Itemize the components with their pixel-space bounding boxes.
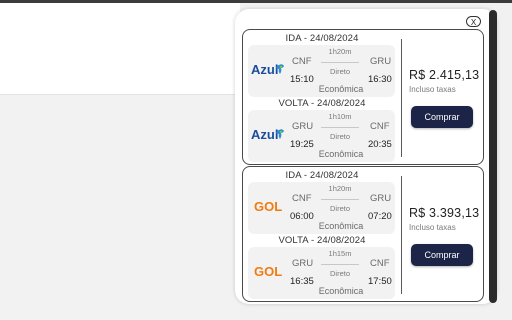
stops-label: Direto bbox=[329, 67, 350, 76]
leg-title: VOLTA - 24/08/2024 bbox=[278, 235, 366, 246]
flight-duration: 1h20m bbox=[328, 184, 352, 193]
offer-card: IDA - 24/08/2024 GOL CNF GRU 06:00 07:20… bbox=[242, 166, 484, 302]
leg-title: IDA - 24/08/2024 bbox=[285, 33, 359, 44]
svg-text:Azul: Azul bbox=[251, 62, 278, 77]
destination-code: GRU bbox=[370, 193, 392, 204]
origin-code: CNF bbox=[292, 56, 312, 67]
leg-title: VOLTA - 24/08/2024 bbox=[278, 98, 366, 109]
leg-title: IDA - 24/08/2024 bbox=[285, 170, 359, 181]
destination-code: GRU bbox=[370, 56, 392, 67]
stops-label: Direto bbox=[329, 204, 350, 213]
card-divider bbox=[401, 176, 402, 294]
route-line bbox=[321, 127, 359, 128]
stops-label: Direto bbox=[329, 132, 350, 141]
leg-details: Azul CNF GRU 15:10 16:30 1h20m Direto Ec… bbox=[248, 45, 395, 97]
cabin-class: Econômica bbox=[318, 286, 364, 296]
svg-text:Azul: Azul bbox=[251, 127, 278, 142]
route-line bbox=[321, 62, 359, 63]
cabin-class: Econômica bbox=[318, 149, 364, 159]
azul-logo-icon: Azul bbox=[250, 124, 288, 144]
offer-price: R$ 2.415,13 bbox=[409, 68, 480, 82]
leg-details: Azul GRU CNF 19:25 20:35 1h10m Direto Ec… bbox=[248, 110, 395, 162]
close-button[interactable]: X bbox=[466, 16, 481, 27]
destination-code: CNF bbox=[370, 258, 390, 269]
route-line bbox=[321, 264, 359, 265]
card-divider bbox=[401, 39, 402, 157]
cabin-class: Econômica bbox=[318, 84, 364, 94]
flight-duration: 1h15m bbox=[328, 249, 352, 258]
buy-button[interactable]: Comprar bbox=[411, 106, 473, 128]
buy-button[interactable]: Comprar bbox=[411, 244, 473, 266]
cabin-class: Econômica bbox=[318, 221, 364, 231]
flight-duration: 1h20m bbox=[328, 47, 352, 56]
offer-card: IDA - 24/08/2024 Azul CNF GRU 15:10 16:3… bbox=[242, 29, 484, 165]
background-lower-area bbox=[0, 95, 240, 320]
stops-label: Direto bbox=[329, 269, 350, 278]
flight-duration: 1h10m bbox=[328, 112, 352, 121]
tax-note: Incluso taxas bbox=[409, 85, 456, 94]
route-line bbox=[321, 199, 359, 200]
gol-logo-icon: GOL bbox=[250, 196, 288, 216]
svg-text:GOL: GOL bbox=[254, 199, 282, 214]
leg-details: GOL CNF GRU 06:00 07:20 1h20m Direto Eco… bbox=[248, 182, 395, 234]
origin-code: CNF bbox=[292, 193, 312, 204]
offer-price: R$ 3.393,13 bbox=[409, 206, 480, 220]
svg-text:GOL: GOL bbox=[254, 264, 282, 279]
origin-code: GRU bbox=[292, 121, 314, 132]
leg-details: GOL GRU CNF 16:35 17:50 1h15m Direto Eco… bbox=[248, 247, 395, 299]
tax-note: Incluso taxas bbox=[409, 223, 456, 232]
origin-code: GRU bbox=[292, 258, 314, 269]
destination-code: CNF bbox=[370, 121, 390, 132]
azul-logo-icon: Azul bbox=[250, 59, 288, 79]
popup-scrollbar[interactable] bbox=[489, 10, 497, 303]
gol-logo-icon: GOL bbox=[250, 261, 288, 281]
